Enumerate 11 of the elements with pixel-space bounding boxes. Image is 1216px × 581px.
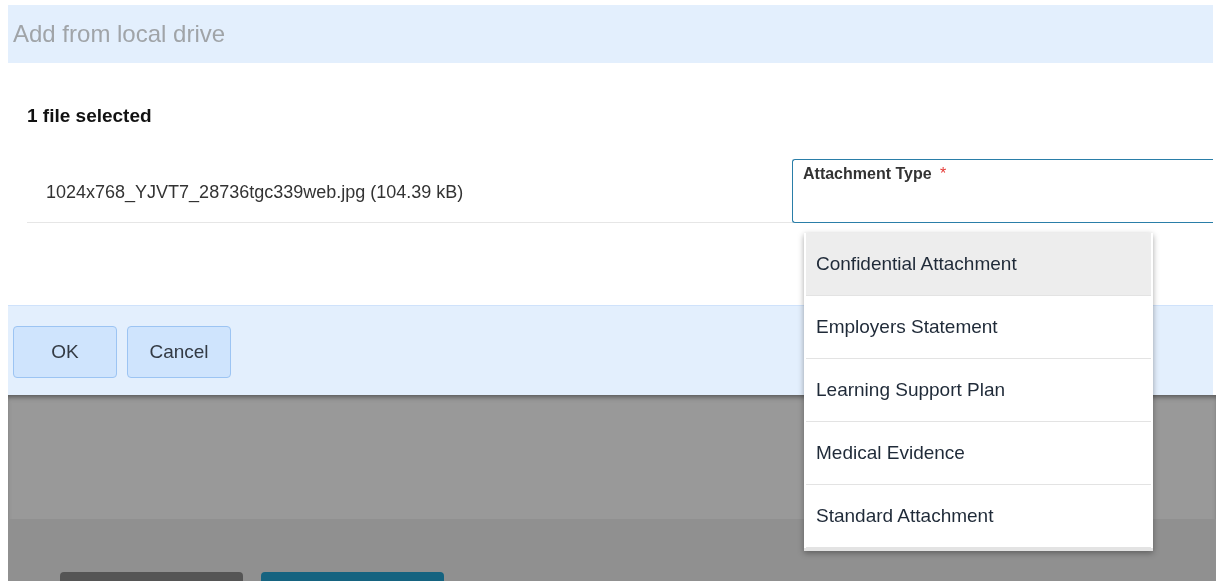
dropdown-option[interactable]: Standard Attachment — [806, 485, 1151, 548]
file-name: 1024x768_YJVT7_28736tgc339web.jpg (104.39 kB) — [46, 182, 465, 203]
dropdown-option[interactable]: Confidential Attachment — [806, 233, 1151, 296]
selection-count: 1 file selected — [27, 104, 153, 127]
dialog-button[interactable]: Cancel — [127, 326, 231, 378]
attachment-type-field[interactable]: Attachment Type * — [792, 159, 1213, 223]
dialog-title: Add from local drive — [13, 20, 226, 48]
dialog-button[interactable]: OK — [13, 326, 117, 378]
dropdown-option[interactable]: Learning Support Plan — [806, 359, 1151, 422]
dropdown-option[interactable]: Medical Evidence — [806, 422, 1151, 485]
dropdown-option[interactable]: Employers Statement — [806, 296, 1151, 359]
